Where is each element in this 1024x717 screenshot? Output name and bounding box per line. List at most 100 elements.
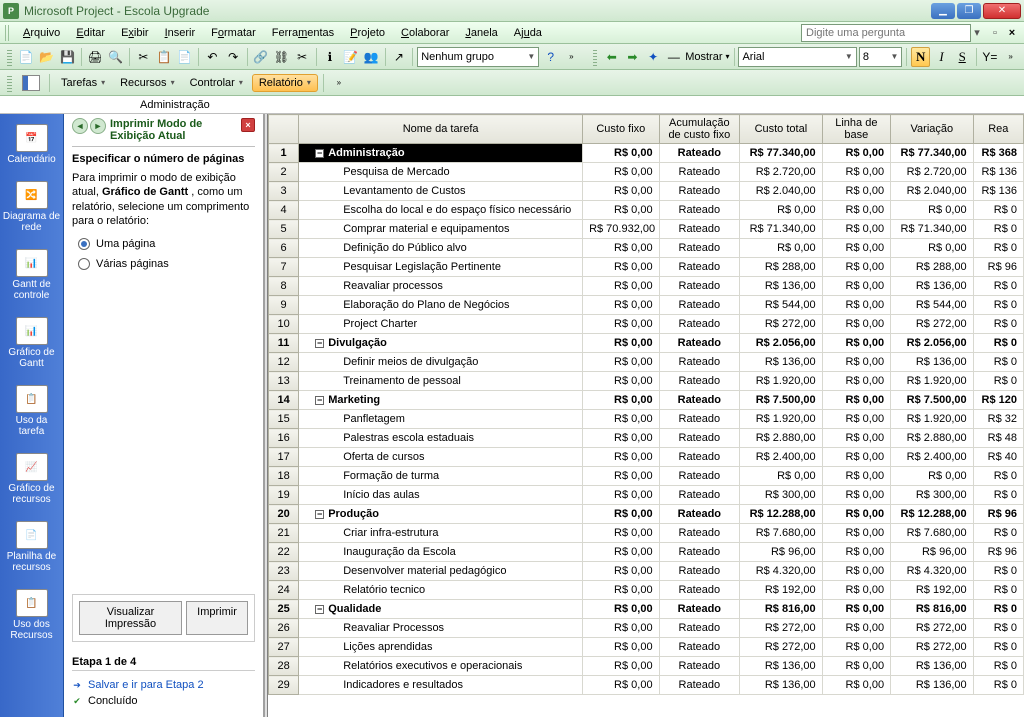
table-row[interactable]: 6Definição do Público alvoR$ 0,00Rateado… bbox=[269, 239, 1024, 258]
publish-button[interactable]: ↗ bbox=[390, 47, 409, 67]
cell[interactable]: R$ 1.920,00 bbox=[740, 410, 823, 429]
cell[interactable]: R$ 0,00 bbox=[822, 372, 890, 391]
print-button[interactable]: Imprimir bbox=[186, 601, 248, 635]
cell[interactable]: R$ 0,00 bbox=[822, 657, 890, 676]
table-row[interactable]: 7Pesquisar Legislação PertinenteR$ 0,00R… bbox=[269, 258, 1024, 277]
cell[interactable]: R$ 2.880,00 bbox=[891, 429, 974, 448]
save-button[interactable]: 💾 bbox=[58, 47, 77, 67]
cell[interactable]: R$ 7.500,00 bbox=[891, 391, 974, 410]
cell[interactable]: R$ 192,00 bbox=[740, 581, 823, 600]
cell[interactable]: R$ 0 bbox=[973, 486, 1023, 505]
grip-icon[interactable] bbox=[7, 74, 12, 92]
arrow-right-icon[interactable]: ➡ bbox=[623, 47, 642, 67]
cell[interactable]: R$ 272,00 bbox=[740, 619, 823, 638]
task-name-cell[interactable]: Oferta de cursos bbox=[299, 448, 583, 467]
table-row[interactable]: 21Criar infra-estruturaR$ 0,00RateadoR$ … bbox=[269, 524, 1024, 543]
cell[interactable]: R$ 2.040,00 bbox=[740, 182, 823, 201]
track-button[interactable]: Controlar▾ bbox=[184, 75, 249, 91]
cell[interactable]: Rateado bbox=[659, 619, 740, 638]
cell[interactable]: Rateado bbox=[659, 581, 740, 600]
maximize-button[interactable]: ❐ bbox=[957, 3, 981, 19]
viewbar-item[interactable]: 📈Gráfico de recursos bbox=[0, 447, 63, 515]
cell[interactable]: Rateado bbox=[659, 448, 740, 467]
table-row[interactable]: 29Indicadores e resultadosR$ 0,00Rateado… bbox=[269, 676, 1024, 695]
font-combo[interactable]: Arial▼ bbox=[738, 47, 856, 67]
cell[interactable]: Rateado bbox=[659, 296, 740, 315]
corner-cell[interactable] bbox=[269, 115, 299, 144]
cell[interactable]: R$ 2.880,00 bbox=[740, 429, 823, 448]
cell[interactable]: R$ 1.920,00 bbox=[740, 372, 823, 391]
cell[interactable]: R$ 96,00 bbox=[891, 543, 974, 562]
cell[interactable]: R$ 300,00 bbox=[891, 486, 974, 505]
cell[interactable]: R$ 0,00 bbox=[583, 391, 660, 410]
task-name-cell[interactable]: Treinamento de pessoal bbox=[299, 372, 583, 391]
cell[interactable]: Rateado bbox=[659, 239, 740, 258]
menu-arquivo[interactable]: Arquivo bbox=[15, 24, 68, 42]
task-name-cell[interactable]: Lições aprendidas bbox=[299, 638, 583, 657]
help-search-input[interactable] bbox=[801, 24, 971, 42]
cell[interactable]: Rateado bbox=[659, 638, 740, 657]
cell[interactable]: Rateado bbox=[659, 220, 740, 239]
collapse-icon[interactable]: − bbox=[315, 339, 324, 348]
cell[interactable]: Rateado bbox=[659, 467, 740, 486]
cell[interactable]: R$ 0 bbox=[973, 277, 1023, 296]
cell[interactable]: R$ 2.720,00 bbox=[891, 163, 974, 182]
cell[interactable]: R$ 40 bbox=[973, 448, 1023, 467]
row-header[interactable]: 3 bbox=[269, 182, 299, 201]
guide-back-icon[interactable]: ◄ bbox=[72, 118, 88, 134]
task-name-cell[interactable]: Desenvolver material pedagógico bbox=[299, 562, 583, 581]
row-header[interactable]: 10 bbox=[269, 315, 299, 334]
cell[interactable]: R$ 0,00 bbox=[583, 144, 660, 163]
underline-button[interactable]: S bbox=[953, 47, 972, 67]
viewbar-item[interactable]: 📋Uso da tarefa bbox=[0, 379, 63, 447]
cell[interactable]: R$ 136,00 bbox=[740, 676, 823, 695]
print-button[interactable]: 🖨 bbox=[86, 47, 105, 67]
menu-janela[interactable]: Janela bbox=[457, 24, 505, 42]
cell[interactable]: R$ 0 bbox=[973, 353, 1023, 372]
cell[interactable]: R$ 0,00 bbox=[583, 277, 660, 296]
cell[interactable]: R$ 0 bbox=[973, 220, 1023, 239]
cell[interactable]: R$ 0 bbox=[973, 296, 1023, 315]
cell[interactable]: R$ 816,00 bbox=[740, 600, 823, 619]
row-header[interactable]: 26 bbox=[269, 619, 299, 638]
cell[interactable]: R$ 136,00 bbox=[891, 353, 974, 372]
info-button[interactable]: ℹ bbox=[321, 47, 340, 67]
cell[interactable]: R$ 0,00 bbox=[822, 524, 890, 543]
cell[interactable]: Rateado bbox=[659, 657, 740, 676]
cell[interactable]: R$ 0,00 bbox=[583, 467, 660, 486]
cell[interactable]: R$ 0,00 bbox=[822, 581, 890, 600]
task-name-cell[interactable]: Formação de turma bbox=[299, 467, 583, 486]
cell[interactable]: R$ 0 bbox=[973, 239, 1023, 258]
cell[interactable]: R$ 0,00 bbox=[583, 600, 660, 619]
task-name-cell[interactable]: −Marketing bbox=[299, 391, 583, 410]
cell[interactable]: R$ 96 bbox=[973, 505, 1023, 524]
task-grid[interactable]: Nome da tarefaCusto fixoAcumulação de cu… bbox=[268, 114, 1024, 717]
menu-formatar[interactable]: Formatar bbox=[203, 24, 264, 42]
column-header[interactable]: Acumulação de custo fixo bbox=[659, 115, 740, 144]
cell[interactable]: R$ 288,00 bbox=[740, 258, 823, 277]
cell[interactable]: R$ 0,00 bbox=[583, 505, 660, 524]
cell[interactable]: R$ 2.040,00 bbox=[891, 182, 974, 201]
row-header[interactable]: 4 bbox=[269, 201, 299, 220]
cell[interactable]: R$ 0,00 bbox=[583, 638, 660, 657]
column-header[interactable]: Custo total bbox=[740, 115, 823, 144]
cell[interactable]: R$ 272,00 bbox=[891, 638, 974, 657]
cell[interactable]: R$ 0,00 bbox=[822, 258, 890, 277]
cell[interactable]: R$ 0,00 bbox=[822, 638, 890, 657]
guide-next-link[interactable]: ➔Salvar e ir para Etapa 2 bbox=[72, 677, 255, 693]
table-row[interactable]: 23Desenvolver material pedagógicoR$ 0,00… bbox=[269, 562, 1024, 581]
indent-button[interactable]: — bbox=[665, 47, 684, 67]
cell[interactable]: R$ 2.400,00 bbox=[891, 448, 974, 467]
cell[interactable]: Rateado bbox=[659, 391, 740, 410]
row-header[interactable]: 27 bbox=[269, 638, 299, 657]
cell[interactable]: R$ 0 bbox=[973, 562, 1023, 581]
cell[interactable]: R$ 288,00 bbox=[891, 258, 974, 277]
report-button[interactable]: Relatório▾ bbox=[252, 74, 318, 92]
cell[interactable]: Rateado bbox=[659, 277, 740, 296]
cell[interactable]: Rateado bbox=[659, 182, 740, 201]
cell[interactable]: R$ 0,00 bbox=[583, 182, 660, 201]
cell[interactable]: R$ 71.340,00 bbox=[740, 220, 823, 239]
arrow-left-icon[interactable]: ⬅ bbox=[602, 47, 621, 67]
split-button[interactable]: ✂ bbox=[293, 47, 312, 67]
row-header[interactable]: 7 bbox=[269, 258, 299, 277]
